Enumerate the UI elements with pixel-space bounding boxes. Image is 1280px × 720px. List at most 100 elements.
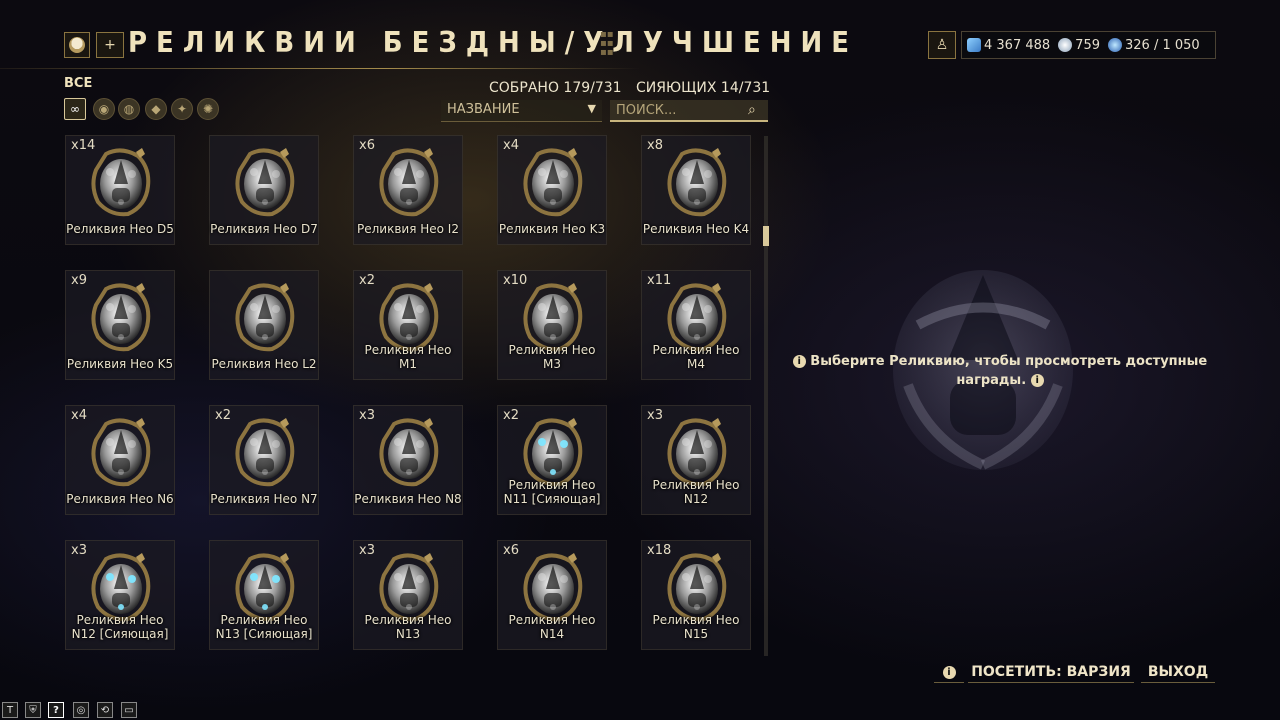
scrollbar-track[interactable]	[764, 136, 768, 656]
relic-card[interactable]: x3 Реликвия Нео N8	[353, 405, 463, 515]
collected-count: СОБРАНО 179/731	[489, 80, 622, 96]
search-input[interactable]	[610, 100, 768, 122]
relic-name: Реликвия Нео N12 [Сияющая]	[71, 613, 169, 641]
title-decoration: ▪▪ ▪▪ ▪▪	[600, 29, 614, 58]
avatar-button[interactable]	[64, 32, 90, 58]
relic-name: Реликвия Нео M4	[652, 343, 740, 371]
relic-count: x6	[503, 543, 519, 558]
search-icon[interactable]: ⌕	[748, 102, 756, 118]
relic-count: x4	[503, 138, 519, 153]
relic-icon	[91, 148, 151, 217]
relic-count: x3	[359, 408, 375, 423]
filter-neo[interactable]: ◆	[145, 98, 167, 120]
relic-count: x2	[503, 408, 519, 423]
relic-name: Реликвия Нео D5	[66, 222, 174, 236]
relic-count: x8	[647, 138, 663, 153]
relic-name: Реликвия Нео K4	[642, 222, 750, 236]
void-trace-icon	[1108, 38, 1122, 52]
platinum-display: 759	[1058, 38, 1100, 53]
relic-card[interactable]: Реликвия Нео N13 [Сияющая]	[209, 540, 319, 650]
relic-card[interactable]: x4 Реликвия Нео N6	[65, 405, 175, 515]
relic-icon	[91, 283, 151, 352]
filter-requiem[interactable]: ✺	[197, 98, 219, 120]
skull-avatar-icon	[69, 37, 85, 53]
relic-count: x9	[71, 273, 87, 288]
relic-card[interactable]: x3 Реликвия Нео N12 [Сияющая]	[65, 540, 175, 650]
relic-icon	[667, 148, 727, 217]
relic-card[interactable]: x18 Реликвия Нео N15	[641, 540, 751, 650]
visit-varzia-button[interactable]: ПОСЕТИТЬ: ВАРЗИЯ	[968, 662, 1134, 683]
relic-name: Реликвия Нео N7	[210, 492, 318, 506]
relic-icon	[235, 148, 295, 217]
relic-icon	[379, 148, 439, 217]
meso-icon: ◍	[123, 102, 135, 116]
neo-icon: ◆	[151, 102, 161, 116]
relic-card[interactable]: x6 Реликвия Нео N14	[497, 540, 607, 650]
info-icon: i	[792, 355, 806, 368]
page-title: РЕЛИКВИИ БЕЗДНЫ/УЛУЧШЕНИЕ	[128, 26, 859, 60]
relic-name: Реликвия Нео L2	[211, 357, 317, 371]
relic-name: Реликвия Нео M3	[508, 343, 596, 371]
window-icon[interactable]: ▭	[121, 702, 137, 718]
relic-name: Реликвия Нео I2	[357, 222, 459, 236]
relic-card[interactable]: x6 Реликвия Нео I2	[353, 135, 463, 245]
relic-name: Реликвия Нео N14	[508, 613, 596, 641]
filter-meso[interactable]: ◍	[118, 98, 140, 120]
tray-text-button[interactable]: T	[2, 702, 18, 718]
relic-card[interactable]: x3 Реликвия Нео N12	[641, 405, 751, 515]
relic-count: x2	[215, 408, 231, 423]
mastery-icon: ♙	[935, 37, 949, 53]
void-traces-value: 326 / 1 050	[1125, 37, 1200, 53]
info-icon: i	[942, 665, 956, 679]
shield-icon[interactable]: ⛨	[25, 702, 41, 718]
relic-count: x3	[647, 408, 663, 423]
relic-icon	[235, 283, 295, 352]
relic-count: x6	[359, 138, 375, 153]
relic-name: Реликвия Нео N13 [Сияющая]	[215, 613, 313, 641]
radiant-count: СИЯЮЩИХ 14/731	[636, 80, 771, 96]
relic-card[interactable]: x2 Реликвия Нео M1	[353, 270, 463, 380]
relic-card[interactable]: x2 Реликвия Нео N7	[209, 405, 319, 515]
relic-card[interactable]: x4 Реликвия Нео K3	[497, 135, 607, 245]
filter-lith[interactable]: ◉	[93, 98, 115, 120]
relic-name: Реликвия Нео N6	[66, 492, 174, 506]
filter-all[interactable]: ∞	[64, 98, 86, 120]
info-button[interactable]: i	[934, 662, 964, 683]
relic-card[interactable]: x8 Реликвия Нео K4	[641, 135, 751, 245]
filter-axi[interactable]: ✦	[171, 98, 193, 120]
relic-card[interactable]: x11 Реликвия Нео M4	[641, 270, 751, 380]
relic-card[interactable]: Реликвия Нео L2	[209, 270, 319, 380]
relic-name: Реликвия Нео N13	[364, 613, 452, 641]
relic-card[interactable]: Реликвия Нео D7	[209, 135, 319, 245]
relic-icon	[235, 418, 295, 487]
relic-card[interactable]: x10 Реликвия Нео M3	[497, 270, 607, 380]
relic-card[interactable]: x2 Реликвия Нео N11 [Сияющая]	[497, 405, 607, 515]
relic-name: Реликвия Нео N8	[354, 492, 462, 506]
relic-card[interactable]: x14 Реликвия Нео D5	[65, 135, 175, 245]
help-button[interactable]: ?	[48, 702, 64, 718]
credits-display: 4 367 488	[967, 38, 1050, 53]
add-button[interactable]: +	[96, 32, 124, 58]
platinum-value: 759	[1075, 37, 1100, 53]
relic-name: Реликвия Нео N15	[652, 613, 740, 641]
caret-down-icon: ▼	[587, 102, 596, 115]
exit-button[interactable]: ВЫХОД	[1141, 662, 1215, 683]
axi-icon: ✦	[176, 102, 188, 116]
relic-icon	[523, 148, 583, 217]
relic-card[interactable]: x3 Реликвия Нео N13	[353, 540, 463, 650]
credits-value: 4 367 488	[984, 37, 1051, 53]
mastery-button[interactable]: ♙	[928, 31, 956, 59]
refresh-icon[interactable]: ⟲	[97, 702, 113, 718]
scrollbar-thumb[interactable]	[763, 226, 769, 246]
filter-label: ВСЕ	[64, 76, 93, 91]
chat-icon[interactable]: ◎	[73, 702, 89, 718]
sort-dropdown[interactable]: НАЗВАНИЕ ▼	[441, 100, 602, 122]
relic-name: Реликвия Нео M1	[364, 343, 452, 371]
relic-name: Реликвия Нео N11 [Сияющая]	[503, 478, 601, 506]
lith-icon: ◉	[98, 102, 110, 116]
relic-icon	[379, 418, 439, 487]
relic-card[interactable]: x9 Реликвия Нео K5	[65, 270, 175, 380]
relic-count: x3	[71, 543, 87, 558]
header-divider	[0, 68, 640, 69]
relic-name: Реликвия Нео D7	[210, 222, 318, 236]
